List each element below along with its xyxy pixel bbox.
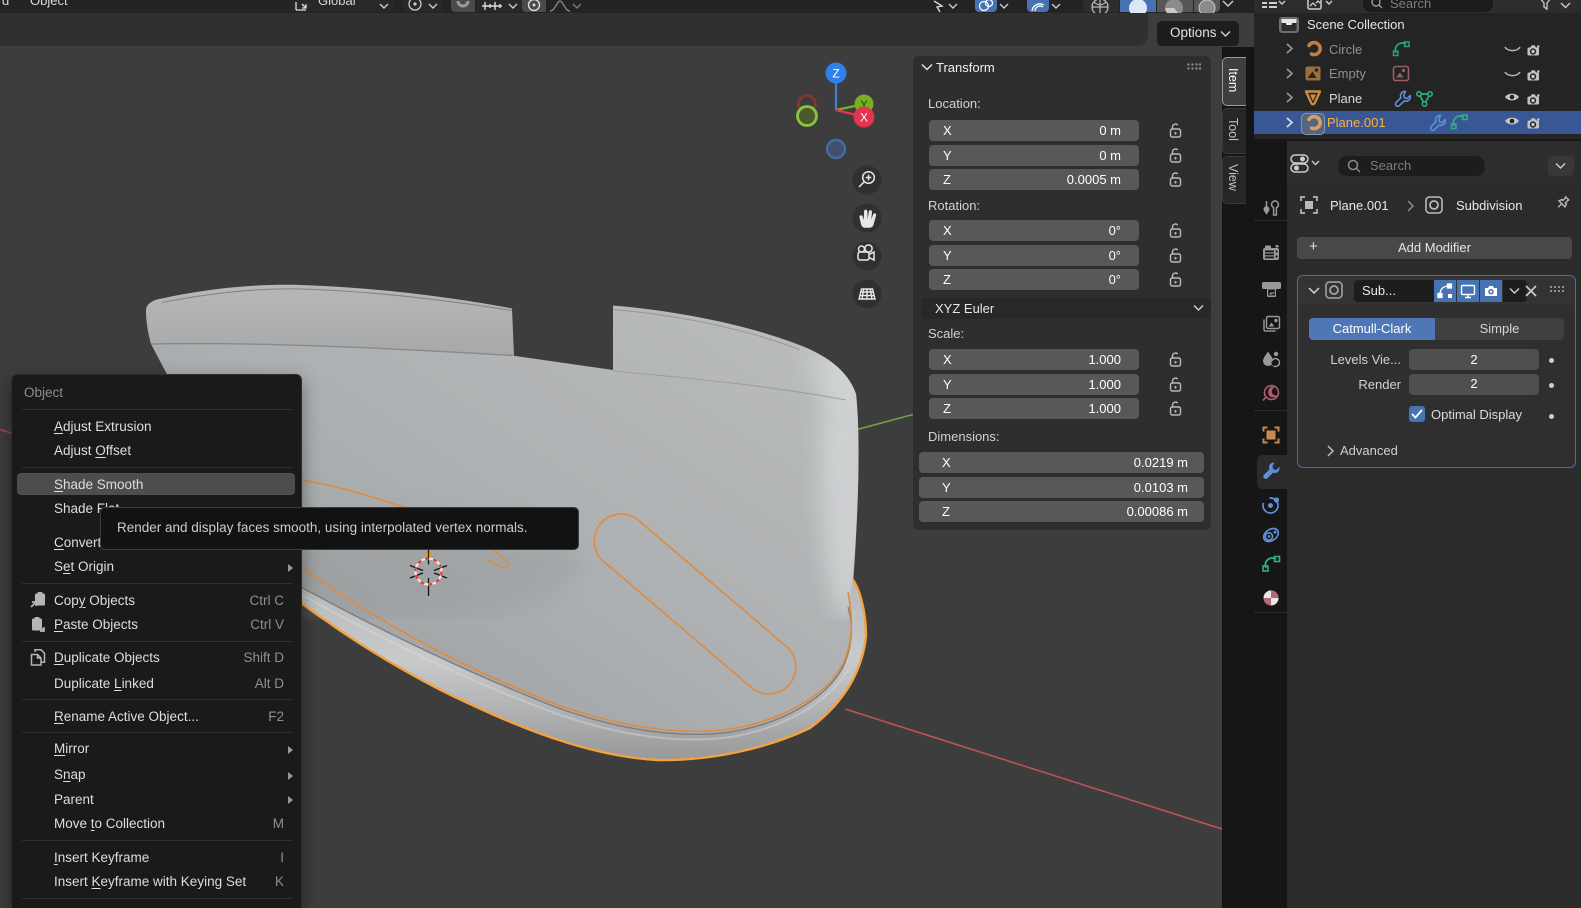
svg-text:Z: Z xyxy=(832,67,839,81)
svg-text:X: X xyxy=(860,111,868,125)
